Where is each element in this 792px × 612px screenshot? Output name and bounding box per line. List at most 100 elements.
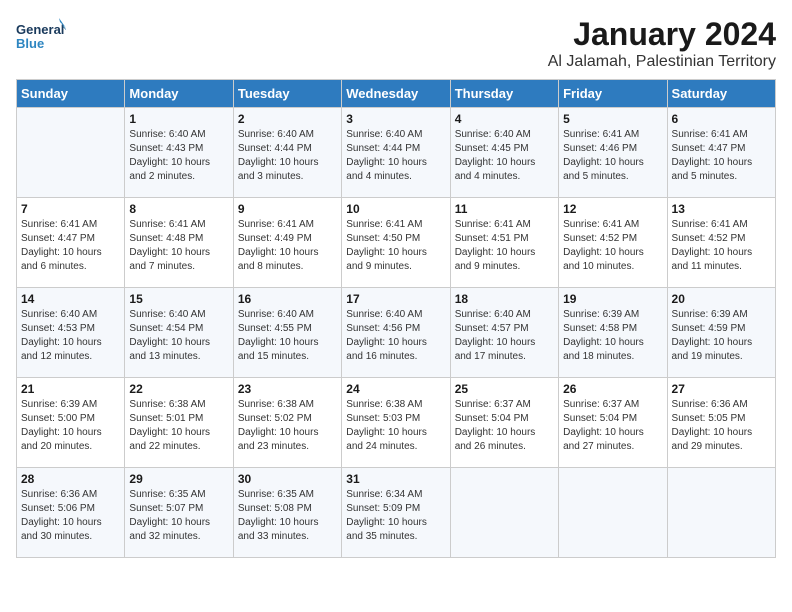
weekday-header: Sunday xyxy=(17,80,125,108)
day-number: 11 xyxy=(455,202,554,216)
calendar-cell: 1Sunrise: 6:40 AM Sunset: 4:43 PM Daylig… xyxy=(125,108,233,198)
svg-text:Blue: Blue xyxy=(16,36,44,51)
day-info: Sunrise: 6:38 AM Sunset: 5:02 PM Dayligh… xyxy=(238,398,337,454)
day-number: 28 xyxy=(21,472,120,486)
weekday-header: Friday xyxy=(559,80,667,108)
day-info: Sunrise: 6:40 AM Sunset: 4:54 PM Dayligh… xyxy=(129,308,228,364)
calendar-cell: 15 Sunrise: 6:40 AM Sunset: 4:54 PM Dayli… xyxy=(125,288,233,378)
day-number: 29 xyxy=(129,472,228,486)
day-info: Sunrise: 6:40 AM Sunset: 4:53 PM Dayligh… xyxy=(21,308,120,364)
calendar-cell: 6 Sunrise: 6:41 AM Sunset: 4:47 PM Daylig… xyxy=(667,108,775,198)
day-number: 17 xyxy=(346,292,445,306)
day-number: 31 xyxy=(346,472,445,486)
calendar-cell: 17Sunrise: 6:40 AM Sunset: 4:56 PM Dayli… xyxy=(342,288,450,378)
calendar-week-row: 21 Sunrise: 6:39 AM Sunset: 5:00 PM Dayli… xyxy=(17,378,776,468)
day-number: 20 xyxy=(672,292,771,306)
day-info: Sunrise: 6:39 AM Sunset: 4:58 PM Dayligh… xyxy=(563,308,662,364)
calendar-cell: 30 Sunrise: 6:35 AM Sunset: 5:08 PM Dayli… xyxy=(233,468,341,558)
day-number: 6 xyxy=(672,112,771,126)
day-number: 13 xyxy=(672,202,771,216)
day-info: Sunrise: 6:39 AM Sunset: 4:59 PM Dayligh… xyxy=(672,308,771,364)
weekday-header: Tuesday xyxy=(233,80,341,108)
calendar-cell xyxy=(559,468,667,558)
page-header: General Blue January 2024 Al Jalamah, Pa… xyxy=(16,16,776,71)
day-number: 1 xyxy=(129,112,228,126)
calendar-cell xyxy=(667,468,775,558)
calendar-cell: 11 Sunrise: 6:41 AM Sunset: 4:51 PM Dayli… xyxy=(450,198,558,288)
day-info: Sunrise: 6:41 AM Sunset: 4:46 PM Dayligh… xyxy=(563,128,662,184)
day-number: 9 xyxy=(238,202,337,216)
day-number: 2 xyxy=(238,112,337,126)
day-info: Sunrise: 6:38 AM Sunset: 5:03 PM Dayligh… xyxy=(346,398,445,454)
calendar-week-row: 14 Sunrise: 6:40 AM Sunset: 4:53 PM Dayli… xyxy=(17,288,776,378)
weekday-header: Saturday xyxy=(667,80,775,108)
day-number: 10 xyxy=(346,202,445,216)
calendar-week-row: 1Sunrise: 6:40 AM Sunset: 4:43 PM Daylig… xyxy=(17,108,776,198)
calendar-cell: 9 Sunrise: 6:41 AM Sunset: 4:49 PM Daylig… xyxy=(233,198,341,288)
day-info: Sunrise: 6:37 AM Sunset: 5:04 PM Dayligh… xyxy=(563,398,662,454)
day-number: 4 xyxy=(455,112,554,126)
day-info: Sunrise: 6:35 AM Sunset: 5:07 PM Dayligh… xyxy=(129,488,228,544)
day-info: Sunrise: 6:34 AM Sunset: 5:09 PM Dayligh… xyxy=(346,488,445,544)
calendar-cell: 22 Sunrise: 6:38 AM Sunset: 5:01 PM Dayli… xyxy=(125,378,233,468)
day-number: 15 xyxy=(129,292,228,306)
day-info: Sunrise: 6:36 AM Sunset: 5:06 PM Dayligh… xyxy=(21,488,120,544)
svg-text:General: General xyxy=(16,22,64,37)
weekday-header: Wednesday xyxy=(342,80,450,108)
day-info: Sunrise: 6:40 AM Sunset: 4:57 PM Dayligh… xyxy=(455,308,554,364)
title-block: January 2024 Al Jalamah, Palestinian Ter… xyxy=(548,16,776,71)
day-number: 7 xyxy=(21,202,120,216)
day-number: 23 xyxy=(238,382,337,396)
day-info: Sunrise: 6:35 AM Sunset: 5:08 PM Dayligh… xyxy=(238,488,337,544)
day-info: Sunrise: 6:41 AM Sunset: 4:50 PM Dayligh… xyxy=(346,218,445,274)
day-info: Sunrise: 6:38 AM Sunset: 5:01 PM Dayligh… xyxy=(129,398,228,454)
day-number: 26 xyxy=(563,382,662,396)
weekday-header-row: SundayMondayTuesdayWednesdayThursdayFrid… xyxy=(17,80,776,108)
day-number: 30 xyxy=(238,472,337,486)
day-info: Sunrise: 6:39 AM Sunset: 5:00 PM Dayligh… xyxy=(21,398,120,454)
day-number: 16 xyxy=(238,292,337,306)
day-info: Sunrise: 6:40 AM Sunset: 4:44 PM Dayligh… xyxy=(238,128,337,184)
day-info: Sunrise: 6:41 AM Sunset: 4:52 PM Dayligh… xyxy=(563,218,662,274)
calendar-cell: 13 Sunrise: 6:41 AM Sunset: 4:52 PM Dayli… xyxy=(667,198,775,288)
day-number: 21 xyxy=(21,382,120,396)
calendar-cell: 8Sunrise: 6:41 AM Sunset: 4:48 PM Daylig… xyxy=(125,198,233,288)
day-info: Sunrise: 6:41 AM Sunset: 4:52 PM Dayligh… xyxy=(672,218,771,274)
day-number: 25 xyxy=(455,382,554,396)
calendar-table: SundayMondayTuesdayWednesdayThursdayFrid… xyxy=(16,79,776,558)
calendar-cell: 26 Sunrise: 6:37 AM Sunset: 5:04 PM Dayli… xyxy=(559,378,667,468)
weekday-header: Thursday xyxy=(450,80,558,108)
day-info: Sunrise: 6:40 AM Sunset: 4:55 PM Dayligh… xyxy=(238,308,337,364)
day-info: Sunrise: 6:41 AM Sunset: 4:48 PM Dayligh… xyxy=(129,218,228,274)
month-title: January 2024 xyxy=(548,16,776,53)
day-info: Sunrise: 6:41 AM Sunset: 4:51 PM Dayligh… xyxy=(455,218,554,274)
day-number: 18 xyxy=(455,292,554,306)
day-number: 14 xyxy=(21,292,120,306)
day-info: Sunrise: 6:41 AM Sunset: 4:47 PM Dayligh… xyxy=(672,128,771,184)
calendar-cell: 7 Sunrise: 6:41 AM Sunset: 4:47 PM Daylig… xyxy=(17,198,125,288)
logo: General Blue xyxy=(16,16,66,61)
calendar-cell: 18 Sunrise: 6:40 AM Sunset: 4:57 PM Dayli… xyxy=(450,288,558,378)
calendar-cell xyxy=(17,108,125,198)
weekday-header: Monday xyxy=(125,80,233,108)
day-number: 3 xyxy=(346,112,445,126)
day-info: Sunrise: 6:41 AM Sunset: 4:49 PM Dayligh… xyxy=(238,218,337,274)
day-number: 22 xyxy=(129,382,228,396)
day-number: 27 xyxy=(672,382,771,396)
day-info: Sunrise: 6:40 AM Sunset: 4:45 PM Dayligh… xyxy=(455,128,554,184)
day-number: 5 xyxy=(563,112,662,126)
calendar-cell: 14 Sunrise: 6:40 AM Sunset: 4:53 PM Dayli… xyxy=(17,288,125,378)
calendar-cell: 5 Sunrise: 6:41 AM Sunset: 4:46 PM Daylig… xyxy=(559,108,667,198)
calendar-cell: 10 Sunrise: 6:41 AM Sunset: 4:50 PM Dayli… xyxy=(342,198,450,288)
location-subtitle: Al Jalamah, Palestinian Territory xyxy=(548,53,776,71)
calendar-cell: 24Sunrise: 6:38 AM Sunset: 5:03 PM Dayli… xyxy=(342,378,450,468)
calendar-cell: 20 Sunrise: 6:39 AM Sunset: 4:59 PM Dayli… xyxy=(667,288,775,378)
calendar-cell: 31 Sunrise: 6:34 AM Sunset: 5:09 PM Dayli… xyxy=(342,468,450,558)
day-info: Sunrise: 6:41 AM Sunset: 4:47 PM Dayligh… xyxy=(21,218,120,274)
calendar-cell xyxy=(450,468,558,558)
logo-svg: General Blue xyxy=(16,16,66,61)
day-info: Sunrise: 6:36 AM Sunset: 5:05 PM Dayligh… xyxy=(672,398,771,454)
calendar-cell: 25Sunrise: 6:37 AM Sunset: 5:04 PM Dayli… xyxy=(450,378,558,468)
calendar-week-row: 7 Sunrise: 6:41 AM Sunset: 4:47 PM Daylig… xyxy=(17,198,776,288)
calendar-cell: 29 Sunrise: 6:35 AM Sunset: 5:07 PM Dayli… xyxy=(125,468,233,558)
